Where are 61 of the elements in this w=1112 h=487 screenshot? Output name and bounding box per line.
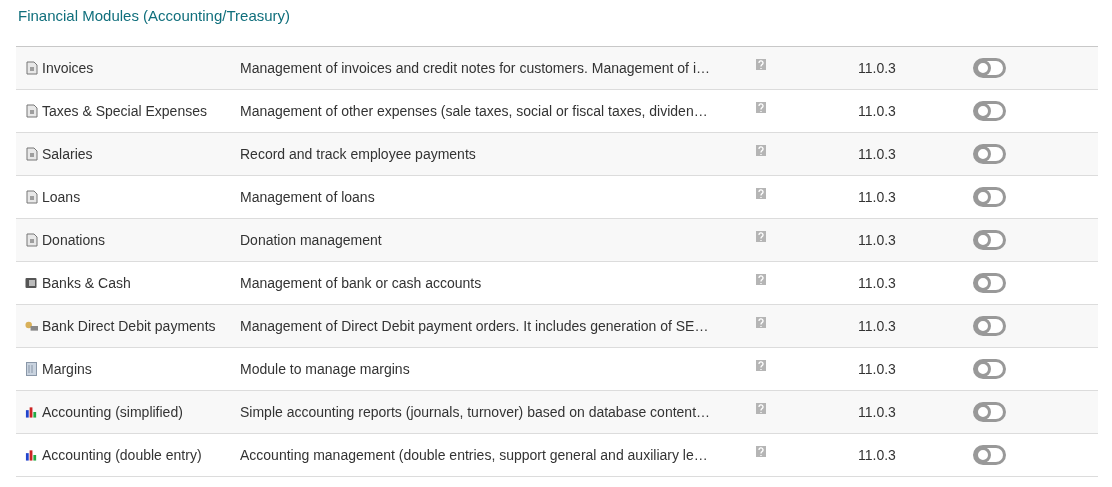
module-toggle[interactable] xyxy=(973,58,1006,78)
document-icon xyxy=(25,233,38,247)
coins-icon xyxy=(25,320,38,332)
module-description: Management of other expenses (sale taxes, social or fiscal taxes, dividen… xyxy=(240,102,708,119)
calculator-icon xyxy=(26,362,37,376)
module-description: Record and track employee payments xyxy=(240,145,476,162)
module-toggle[interactable] xyxy=(973,273,1006,293)
bar-chart-icon xyxy=(25,449,38,461)
module-description: Accounting management (double entries, support general and auxiliary le… xyxy=(240,446,708,463)
help-icon[interactable] xyxy=(756,230,766,242)
help-icon[interactable] xyxy=(756,101,766,113)
module-toggle[interactable] xyxy=(973,359,1006,379)
module-version: 11.0.3 xyxy=(858,317,896,334)
bar-chart-icon xyxy=(25,406,38,418)
module-name: Bank Direct Debit payments xyxy=(42,316,216,336)
module-version: 11.0.3 xyxy=(858,274,896,291)
module-version: 11.0.3 xyxy=(858,188,896,205)
module-version: 11.0.3 xyxy=(858,360,896,377)
help-icon[interactable] xyxy=(756,273,766,285)
module-description: Management of invoices and credit notes for customers. Management of i… xyxy=(240,59,710,76)
module-description: Simple accounting reports (journals, turnover) based on database content… xyxy=(240,403,711,420)
module-version: 11.0.3 xyxy=(858,102,896,119)
help-icon[interactable] xyxy=(756,58,766,70)
module-version: 11.0.3 xyxy=(858,446,896,463)
help-icon[interactable] xyxy=(756,187,766,199)
document-icon xyxy=(25,104,38,118)
help-icon[interactable] xyxy=(756,316,766,328)
module-toggle[interactable] xyxy=(973,402,1006,422)
module-name: Loans xyxy=(42,187,81,207)
module-toggle[interactable] xyxy=(973,101,1006,121)
module-toggle[interactable] xyxy=(973,445,1006,465)
module-description: Management of loans xyxy=(240,188,375,205)
module-version: 11.0.3 xyxy=(858,403,896,420)
module-name: Accounting (simplified) xyxy=(42,402,183,422)
module-description: Management of Direct Debit payment orders. It includes generation of SE… xyxy=(240,317,709,334)
module-toggle[interactable] xyxy=(973,316,1006,336)
module-description: Management of bank or cash accounts xyxy=(240,274,482,291)
module-description: Module to manage margins xyxy=(240,360,410,377)
module-name: Salaries xyxy=(42,144,93,164)
module-version: 11.0.3 xyxy=(858,145,896,162)
module-name: Accounting (double entry) xyxy=(42,445,202,465)
module-toggle[interactable] xyxy=(973,230,1006,250)
section-title: Financial Modules (Accounting/Treasury) xyxy=(18,7,292,25)
document-icon xyxy=(25,61,38,75)
help-icon[interactable] xyxy=(756,402,766,414)
help-icon[interactable] xyxy=(756,144,766,156)
document-icon xyxy=(25,147,38,161)
module-name: Banks & Cash xyxy=(42,273,131,293)
safe-icon xyxy=(25,277,38,289)
module-toggle[interactable] xyxy=(973,144,1006,164)
module-name: Margins xyxy=(42,359,92,379)
module-name: Invoices xyxy=(42,58,94,78)
module-name: Donations xyxy=(42,230,106,250)
help-icon[interactable] xyxy=(756,359,766,371)
module-description: Donation management xyxy=(240,231,382,248)
help-icon[interactable] xyxy=(756,445,766,457)
module-version: 11.0.3 xyxy=(858,231,896,248)
module-name: Taxes & Special Expenses xyxy=(42,101,207,121)
module-toggle[interactable] xyxy=(973,187,1006,207)
module-version: 11.0.3 xyxy=(858,59,896,76)
document-icon xyxy=(25,190,38,204)
